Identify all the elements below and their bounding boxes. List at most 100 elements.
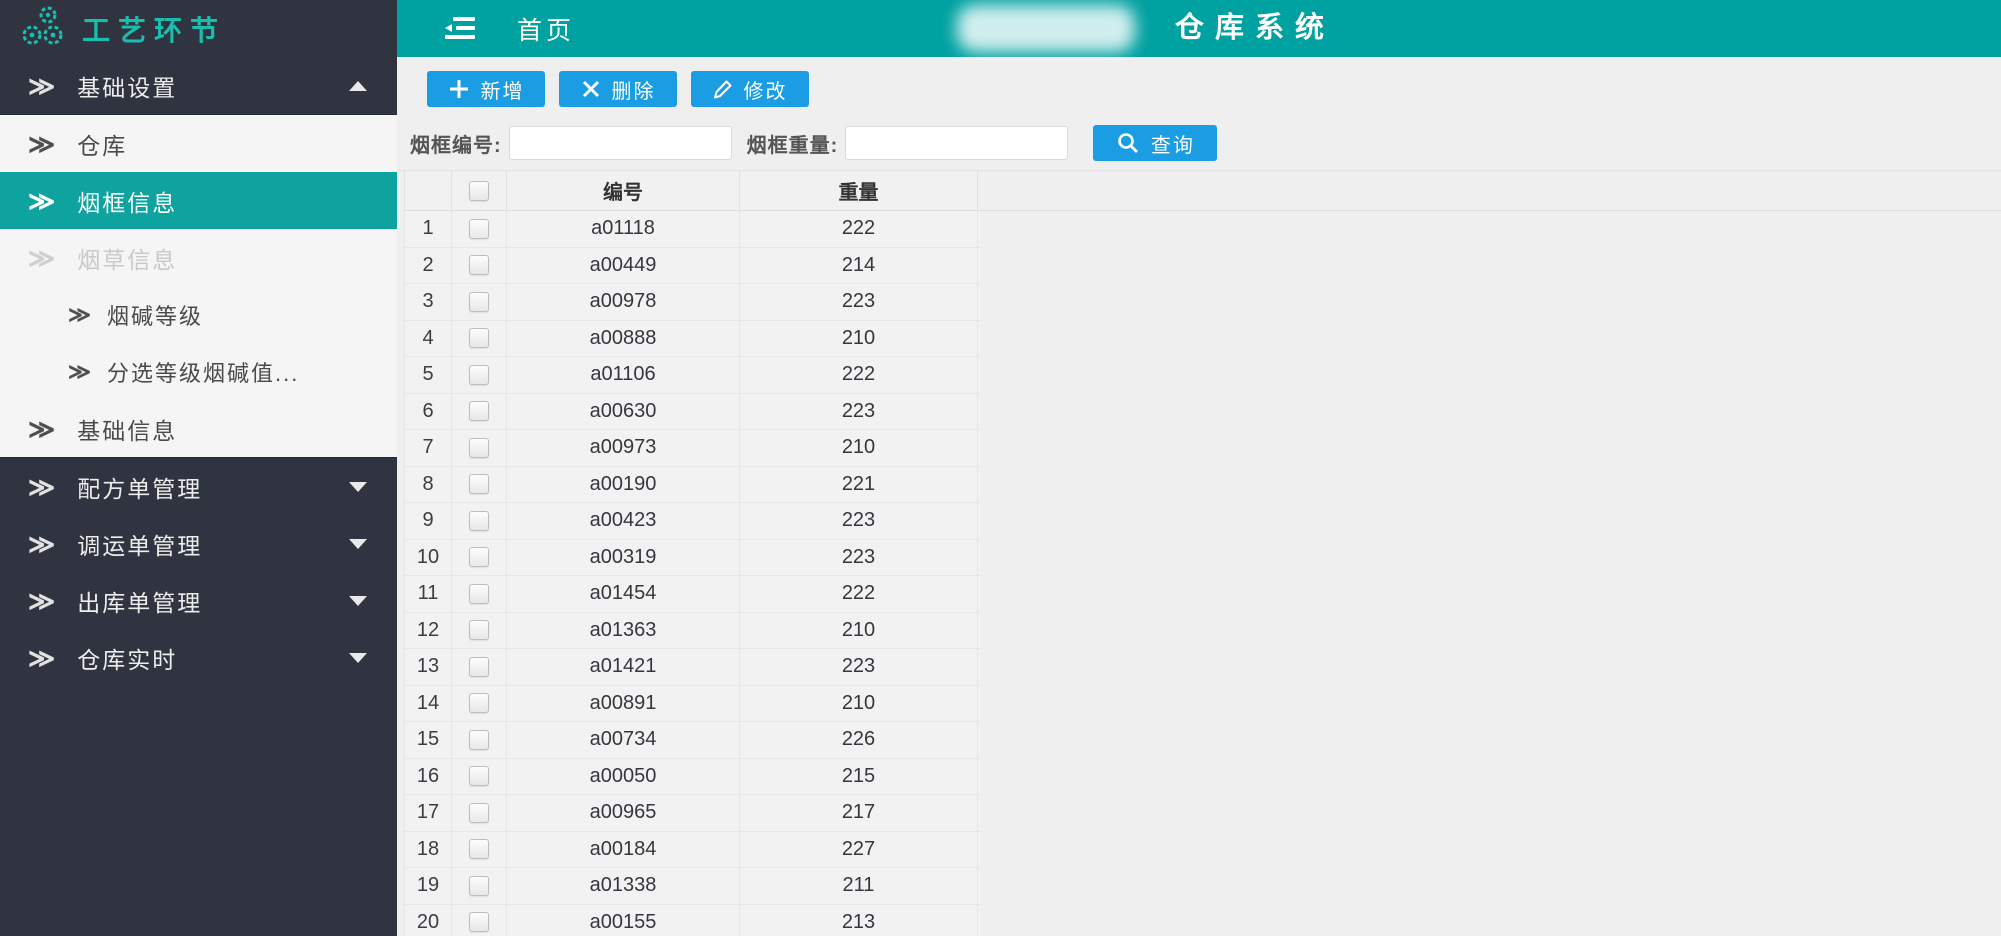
weight-cell: 210: [740, 613, 978, 649]
row-checkbox[interactable]: [469, 584, 489, 604]
sidebar-item[interactable]: 出库单管理: [0, 572, 397, 629]
double-chevron-icon: [28, 131, 57, 157]
weight-field-label: 烟框重量:: [747, 129, 839, 158]
sidebar-item[interactable]: 烟碱等级: [0, 286, 397, 343]
table-row[interactable]: 14a00891210: [404, 686, 980, 723]
sidebar-item[interactable]: 调运单管理: [0, 515, 397, 572]
sidebar-item[interactable]: 分选等级烟碱值...: [0, 343, 397, 400]
weight-cell: 213: [740, 905, 978, 936]
table-row[interactable]: 13a01421223: [404, 649, 980, 686]
checkbox-cell: [452, 503, 507, 539]
table-row[interactable]: 8a00190221: [404, 467, 980, 504]
row-checkbox[interactable]: [469, 876, 489, 896]
delete-button[interactable]: 删除: [559, 71, 677, 107]
row-checkbox[interactable]: [469, 255, 489, 275]
top-header-bar: 首页 仓库系统: [397, 0, 2001, 57]
sidebar-item[interactable]: 基础信息: [0, 400, 397, 457]
sidebar-item[interactable]: 烟框信息: [0, 172, 397, 229]
weight-cell: 217: [740, 795, 978, 831]
row-checkbox[interactable]: [469, 365, 489, 385]
home-nav[interactable]: 首页: [517, 11, 575, 47]
weight-cell: 222: [740, 357, 978, 393]
row-index: 2: [404, 248, 452, 284]
table-row[interactable]: 4a00888210: [404, 321, 980, 358]
weight-cell: 210: [740, 430, 978, 466]
sidebar-item-label: 仓库实时: [77, 641, 177, 675]
row-checkbox[interactable]: [469, 839, 489, 859]
plus-icon: [448, 78, 470, 100]
row-checkbox[interactable]: [469, 730, 489, 750]
row-checkbox[interactable]: [469, 766, 489, 786]
search-icon: [1116, 131, 1140, 155]
table-row[interactable]: 18a00184227: [404, 832, 980, 869]
double-chevron-icon: [28, 588, 57, 614]
sidebar-item-label: 基础信息: [77, 412, 177, 446]
row-checkbox[interactable]: [469, 620, 489, 640]
table-row[interactable]: 19a01338211: [404, 868, 980, 905]
code-cell: a01363: [507, 613, 740, 649]
modify-button[interactable]: 修改: [691, 71, 809, 107]
table-row[interactable]: 2a00449214: [404, 248, 980, 285]
row-index: 17: [404, 795, 452, 831]
checkbox-cell: [452, 357, 507, 393]
table-row[interactable]: 3a00978223: [404, 284, 980, 321]
collapse-menu-icon[interactable]: [445, 17, 475, 40]
row-checkbox[interactable]: [469, 657, 489, 677]
pencil-icon: [713, 79, 733, 99]
row-checkbox[interactable]: [469, 292, 489, 312]
add-button[interactable]: 新增: [427, 71, 545, 107]
weight-search-input[interactable]: [845, 126, 1068, 160]
select-all-checkbox[interactable]: [469, 181, 489, 201]
code-cell: a00965: [507, 795, 740, 831]
table-row[interactable]: 10a00319223: [404, 540, 980, 577]
row-checkbox[interactable]: [469, 803, 489, 823]
code-search-input[interactable]: [509, 126, 732, 160]
table-row[interactable]: 17 a00965217: [404, 795, 980, 832]
logo: 工艺环节: [0, 0, 397, 57]
app-window: 工艺环节 基础设置仓库烟框信息烟草信息烟碱等级分选等级烟碱值... 基础信息配方单…: [0, 0, 2001, 936]
table-row[interactable]: 12 a01363210: [404, 613, 980, 650]
table-row[interactable]: 7a00973210: [404, 430, 980, 467]
table-row[interactable]: 16a00050215: [404, 759, 980, 796]
weight-cell: 223: [740, 503, 978, 539]
row-checkbox[interactable]: [469, 328, 489, 348]
table-body: 1a011182222a004492143a009782234a00888210…: [404, 211, 2001, 936]
table-row[interactable]: 15a00734226: [404, 722, 980, 759]
sidebar-item[interactable]: 仓库: [0, 115, 397, 172]
row-checkbox[interactable]: [469, 912, 489, 932]
row-checkbox[interactable]: [469, 401, 489, 421]
table-row[interactable]: 11a01454222: [404, 576, 980, 613]
code-cell: a01106: [507, 357, 740, 393]
row-checkbox[interactable]: [469, 511, 489, 531]
caret-down-icon: [349, 653, 367, 663]
row-index: 12: [404, 613, 452, 649]
add-button-label: 新增: [481, 75, 525, 104]
table-row[interactable]: 20a00155213: [404, 905, 980, 936]
row-checkbox[interactable]: [469, 438, 489, 458]
table-row[interactable]: 6a00630223: [404, 394, 980, 431]
row-index: 7: [404, 430, 452, 466]
query-button[interactable]: 查询: [1093, 125, 1217, 161]
sidebar-item[interactable]: 烟草信息: [0, 229, 397, 286]
row-checkbox[interactable]: [469, 547, 489, 567]
select-all-cell: [452, 171, 507, 210]
caret-down-icon: [349, 539, 367, 549]
weight-cell: 214: [740, 248, 978, 284]
sidebar-item-label: 烟框信息: [77, 184, 177, 218]
table-header-row: 编号 重量: [404, 171, 2001, 211]
table-row[interactable]: 5a01106222: [404, 357, 980, 394]
sidebar-submenu-group: 仓库烟框信息烟草信息烟碱等级分选等级烟碱值... 基础信息: [0, 114, 397, 458]
checkbox-cell: [452, 211, 507, 247]
sidebar-item[interactable]: 配方单管理: [0, 458, 397, 515]
table-row[interactable]: 9a00423223: [404, 503, 980, 540]
sidebar-item[interactable]: 基础设置: [0, 57, 397, 114]
index-header-cell: [404, 171, 452, 210]
row-checkbox[interactable]: [469, 219, 489, 239]
sidebar-item[interactable]: 仓库实时: [0, 629, 397, 686]
modify-button-label: 修改: [744, 75, 788, 104]
row-checkbox[interactable]: [469, 693, 489, 713]
row-checkbox[interactable]: [469, 474, 489, 494]
checkbox-cell: [452, 430, 507, 466]
code-cell: a01118: [507, 211, 740, 247]
table-row[interactable]: 1a01118222: [404, 211, 980, 248]
